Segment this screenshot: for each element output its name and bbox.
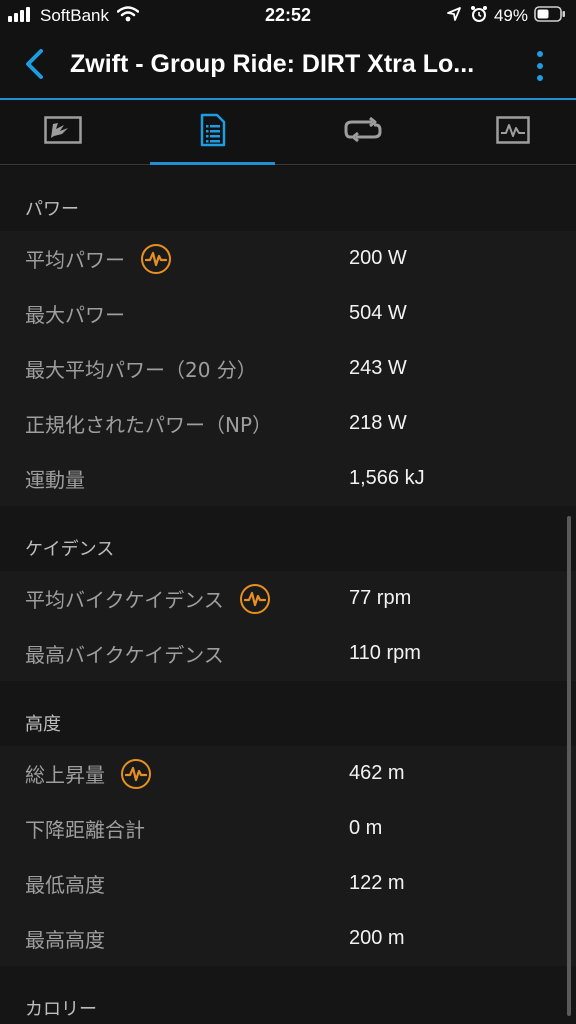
more-vertical-icon [537, 51, 543, 57]
stat-row-max-elevation: 最高高度 200 m [0, 911, 576, 966]
stat-value: 504 W [349, 302, 407, 324]
stat-row-max-avg-power-20min: 最大平均パワー（20 分） 243 W [0, 341, 576, 396]
tab-bar [0, 100, 576, 165]
chart-icon [495, 116, 530, 148]
stat-label: 運動量 [25, 468, 85, 492]
stat-row-total-ascent: 総上昇量 462 m [0, 746, 576, 801]
stat-label: 正規化されたパワー（NP） [25, 413, 273, 437]
status-right: 49% [446, 5, 566, 27]
page-title: Zwift - Group Ride: DIRT Xtra Lo... [70, 50, 475, 78]
heart-rate-pulse-icon [239, 583, 270, 614]
stat-row-max-cadence: 最高バイクケイデンス 110 rpm [0, 626, 576, 681]
stat-label: 総上昇量 [25, 758, 151, 789]
stat-value: 218 W [349, 412, 407, 434]
status-bar: SoftBank 22:52 49% [0, 0, 576, 32]
app-bar: Zwift - Group Ride: DIRT Xtra Lo... [0, 32, 576, 98]
stats-list-icon [200, 113, 226, 151]
section-header-calories: カロリー [0, 966, 576, 1024]
stat-value: 77 rpm [349, 587, 412, 609]
section-header-elevation: 高度 [0, 681, 576, 746]
section-header-power: パワー [0, 166, 576, 231]
scrollbar[interactable] [567, 516, 571, 1016]
stat-value: 110 rpm [349, 642, 421, 664]
battery-icon [534, 5, 566, 27]
more-options-button[interactable] [532, 46, 548, 86]
stat-label: 平均バイクケイデンス [25, 583, 270, 614]
chevron-left-icon [23, 48, 45, 84]
stat-label: 最大パワー [25, 303, 125, 327]
stat-row-min-elevation: 最低高度 122 m [0, 856, 576, 911]
activity-stats-list[interactable]: パワー 平均パワー 200 W 最大パワー 504 W 最大平均パワー（20 分… [0, 166, 576, 1024]
tab-stats[interactable] [150, 100, 275, 165]
section-header-cadence: ケイデンス [0, 506, 576, 571]
stat-row-avg-power: 平均パワー 200 W [0, 231, 576, 286]
stat-row-normalized-power: 正規化されたパワー（NP） 218 W [0, 396, 576, 451]
stat-label: 最高高度 [25, 928, 105, 952]
stat-label: 平均パワー [25, 243, 171, 274]
stat-label: 下降距離合計 [25, 818, 145, 842]
heart-rate-pulse-icon [121, 758, 151, 789]
stat-row-max-power: 最大パワー 504 W [0, 286, 576, 341]
location-arrow-icon [446, 6, 462, 27]
stat-value: 462 m [349, 762, 405, 784]
stat-label: 最低高度 [25, 873, 105, 897]
stat-row-total-descent: 下降距離合計 0 m [0, 801, 576, 856]
alarm-icon [470, 5, 488, 28]
section-power: 平均パワー 200 W 最大パワー 504 W 最大平均パワー（20 分） 24… [0, 231, 576, 506]
tab-map[interactable] [0, 100, 125, 164]
stat-label: 最高バイクケイデンス [25, 643, 224, 667]
laps-icon [344, 116, 382, 147]
section-elevation: 総上昇量 462 m 下降距離合計 0 m 最低高度 122 m 最高高度 20… [0, 746, 576, 966]
stat-value: 0 m [349, 817, 383, 839]
stat-row-avg-cadence: 平均バイクケイデンス 77 rpm [0, 571, 576, 626]
stat-value: 122 m [349, 872, 405, 894]
heart-rate-pulse-icon [141, 243, 171, 274]
battery-percent: 49% [493, 6, 528, 25]
stat-value: 200 W [349, 247, 407, 269]
stat-value: 243 W [349, 357, 407, 379]
tab-laps[interactable] [300, 100, 425, 164]
section-cadence: 平均バイクケイデンス 77 rpm 最高バイクケイデンス 110 rpm [0, 571, 576, 681]
back-button[interactable] [14, 46, 54, 86]
stat-row-work: 運動量 1,566 kJ [0, 451, 576, 506]
stat-value: 200 m [349, 927, 405, 949]
tab-charts[interactable] [450, 100, 575, 164]
stat-value: 1,566 kJ [349, 467, 425, 489]
stat-label: 最大平均パワー（20 分） [25, 358, 257, 382]
map-icon [43, 116, 82, 148]
